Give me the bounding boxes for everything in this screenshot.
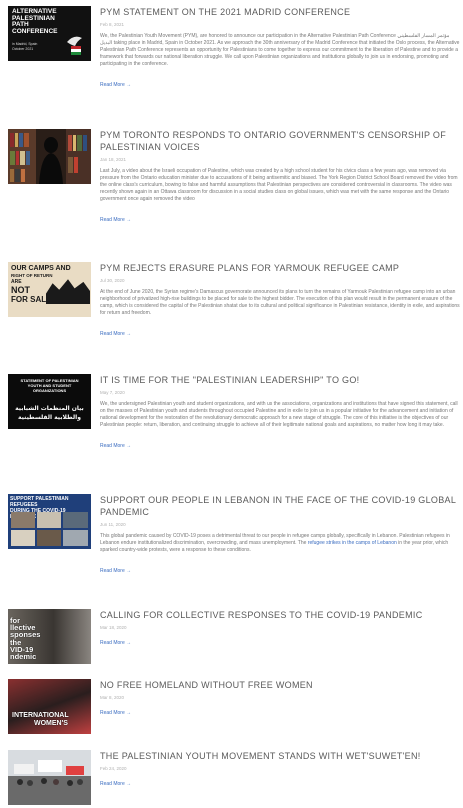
- post-excerpt: We, the Palestinian Youth Movement (PYM)…: [100, 33, 460, 67]
- post-title[interactable]: NO FREE HOMELAND WITHOUT FREE WOMEN: [100, 679, 460, 691]
- photo-collage: [11, 512, 88, 546]
- post-title[interactable]: THE PALESTINIAN YOUTH MOVEMENT STANDS WI…: [100, 750, 460, 762]
- post-title[interactable]: PYM TORONTO RESPONDS TO ONTARIO GOVERNME…: [100, 129, 460, 153]
- post-thumbnail[interactable]: for llective sponses the VID-19 ndemic: [8, 609, 91, 664]
- read-more-link[interactable]: Read More →: [100, 710, 131, 717]
- post-thumbnail[interactable]: OUR CAMPS AND RIGHT OF RETURN ARE NOT FO…: [8, 262, 91, 317]
- read-more-link[interactable]: Read More →: [100, 781, 131, 788]
- read-more-link[interactable]: Read More →: [100, 568, 131, 575]
- rally-image: [8, 750, 91, 805]
- thumbnail-caption: ALTERNATIVE PALESTINIAN PATH CONFERENCE: [12, 8, 58, 35]
- dove-icon: [63, 32, 85, 56]
- post-date: Jul 30, 2020: [100, 278, 125, 283]
- post-title[interactable]: SUPPORT OUR PEOPLE IN LEBANON IN THE FAC…: [100, 494, 460, 518]
- thumbnail-caption: STATEMENT OF PALESTINIAN YOUTH AND STUDE…: [20, 378, 79, 393]
- read-more-link[interactable]: Read More →: [100, 443, 131, 450]
- post-date: Feb 24, 2020: [100, 766, 127, 771]
- post-excerpt: Last July, a video about the Israeli occ…: [100, 168, 458, 202]
- refugee-strikes-link[interactable]: refugee strikes in the camps of Lebanon: [308, 540, 397, 546]
- post-date: Jun 11, 2020: [100, 522, 126, 527]
- bookshelf-image: [8, 129, 91, 184]
- read-more-link[interactable]: Read More →: [100, 640, 131, 647]
- post-date: May 7, 2020: [100, 390, 125, 395]
- post-excerpt: We, the undersigned Palestinian youth an…: [100, 401, 458, 428]
- read-more-link[interactable]: Read More →: [100, 217, 131, 224]
- post-thumbnail[interactable]: STATEMENT OF PALESTINIAN YOUTH AND STUDE…: [8, 374, 91, 429]
- read-more-link[interactable]: Read More →: [100, 82, 131, 89]
- post-thumbnail[interactable]: INTERNATIONAL WOMEN'S: [8, 679, 91, 734]
- post-thumbnail[interactable]: [8, 750, 91, 805]
- thumbnail-caption: for llective sponses the VID-19 ndemic: [10, 616, 41, 662]
- post-date: Mar 8, 2020: [100, 695, 125, 700]
- post-date: Mar 18, 2020: [100, 625, 127, 630]
- post-title[interactable]: IT IS TIME FOR THE "PALESTINIAN LEADERSH…: [100, 374, 460, 386]
- post-thumbnail[interactable]: SUPPORT PALESTINIAN REFUGEES DURING THE …: [8, 494, 91, 549]
- post-title[interactable]: PYM STATEMENT ON THE 2021 MADRID CONFERE…: [100, 6, 460, 18]
- post-date: Feb 8, 2021: [100, 22, 125, 27]
- thumbnail-caption: INTERNATIONAL WOMEN'S: [12, 712, 69, 727]
- post-title[interactable]: CALLING FOR COLLECTIVE RESPONSES TO THE …: [100, 609, 460, 621]
- post-date: Jan 18, 2021: [100, 157, 127, 162]
- post-title[interactable]: PYM REJECTS ERASURE PLANS FOR YARMOUK RE…: [100, 262, 460, 274]
- post-thumbnail[interactable]: [8, 129, 91, 184]
- post-excerpt: This global pandemic caused by COVID-19 …: [100, 533, 450, 553]
- read-more-link[interactable]: Read More →: [100, 331, 131, 338]
- post-thumbnail[interactable]: ALTERNATIVE PALESTINIAN PATH CONFERENCE …: [8, 6, 91, 61]
- post-excerpt: At the end of June 2020, the Syrian regi…: [100, 289, 460, 316]
